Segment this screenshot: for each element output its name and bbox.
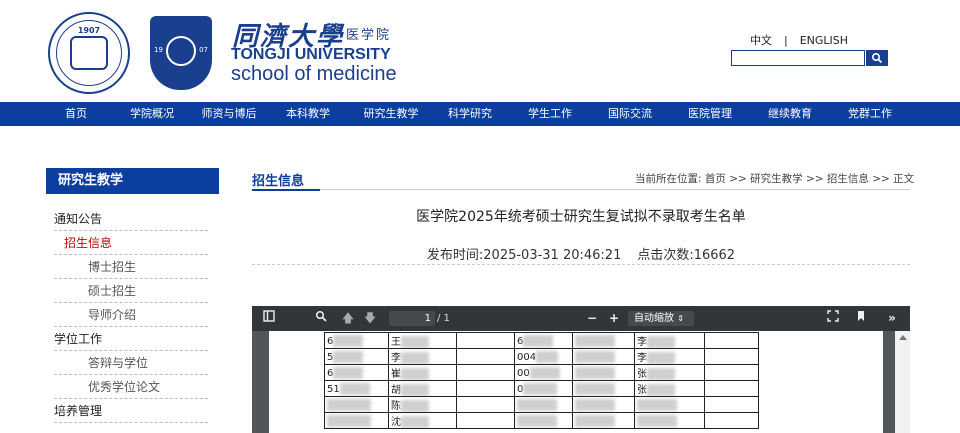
sidebar-toggle-icon[interactable] [260, 310, 278, 327]
search-input[interactable] [731, 50, 865, 66]
medicine-shield-logo[interactable]: 19 07 [150, 16, 212, 90]
nav-graduate[interactable]: 研究生教学 [356, 102, 426, 126]
zoom-in-icon[interactable]: + [606, 310, 622, 327]
sidebar-item-defense[interactable]: 答辩与学位 [54, 352, 208, 375]
nav-undergrad[interactable]: 本科教学 [276, 102, 340, 126]
presentation-mode-icon[interactable] [824, 310, 842, 327]
seal-core [70, 36, 108, 70]
nav-international[interactable]: 国际交流 [598, 102, 662, 126]
next-page-icon[interactable]: 🡇 [362, 310, 378, 327]
publish-time: 发布时间:2025-03-31 20:46:21 [426, 248, 622, 263]
sidebar-item-theses[interactable]: 优秀学位论文 [54, 376, 208, 399]
section-underline [320, 189, 910, 190]
nav-continuing[interactable]: 继续教育 [758, 102, 822, 126]
page-number-input[interactable]: 1 [389, 311, 435, 326]
pdf-toolbar: 🡅 🡇 1 / 1 − + 自动缩放 ⇕ » [252, 306, 910, 331]
site-header: 1907 19 07 同濟大學 医学院 TONGJI UNIVERSITY sc… [0, 0, 960, 102]
nav-research[interactable]: 科学研究 [438, 102, 502, 126]
main-nav: 首页 学院概况 师资与博后 本科教学 研究生教学 科学研究 学生工作 国际交流 … [0, 102, 960, 126]
section-title: 招生信息 [252, 174, 305, 189]
pdf-viewer: 🡅 🡇 1 / 1 − + 自动缩放 ⇕ » 6 王 6 李 5 李 004 李… [252, 306, 910, 433]
candidate-table: 6 王 6 李 5 李 004 李 6 崔 00 张 51 胡 0 张 陈 沈 [324, 332, 759, 429]
meta-divider [252, 264, 910, 265]
zoom-value: 自动缩放 [634, 313, 674, 324]
nav-hospital[interactable]: 医院管理 [678, 102, 742, 126]
bookmark-icon[interactable] [852, 310, 870, 327]
table-row: 沈 [324, 412, 759, 429]
nav-about[interactable]: 学院概况 [120, 102, 184, 126]
zoom-select[interactable]: 自动缩放 ⇕ [628, 311, 694, 326]
sidebar-item-notices[interactable]: 通知公告 [54, 208, 208, 231]
table-row: 5 李 004 李 [324, 348, 759, 365]
more-tools-icon[interactable]: » [882, 310, 902, 327]
language-switcher: 中文 | ENGLISH [750, 32, 848, 48]
search-button[interactable] [866, 50, 888, 66]
sidebar-title: 研究生教学 [46, 168, 219, 194]
shield-emblem [166, 36, 196, 66]
table-row: 51 胡 0 张 [324, 380, 759, 397]
breadcrumb: 当前所在位置: 首页 >> 研究生教学 >> 招生信息 >> 正文 [635, 173, 915, 185]
find-icon[interactable] [312, 310, 330, 327]
table-row: 6 崔 00 张 [324, 364, 759, 381]
article-meta: 发布时间:2025-03-31 20:46:21 点击次数:16662 [252, 244, 910, 263]
seal-year: 1907 [77, 26, 101, 35]
section-underline-accent [252, 189, 320, 191]
sidebar-item-advisors[interactable]: 导师介绍 [54, 304, 208, 327]
university-seal-logo[interactable]: 1907 [48, 12, 130, 94]
page: 1907 19 07 同濟大學 医学院 TONGJI UNIVERSITY sc… [0, 0, 960, 433]
pdf-scrollbar[interactable] [895, 331, 910, 433]
sidebar-item-phd[interactable]: 博士招生 [54, 256, 208, 279]
sidebar-item-admissions[interactable]: 招生信息 [54, 232, 208, 255]
shield-year-left: 19 [154, 46, 163, 54]
nav-party[interactable]: 党群工作 [838, 102, 902, 126]
scroll-up-icon[interactable] [899, 335, 907, 340]
table-row: 陈 [324, 396, 759, 413]
nav-faculty[interactable]: 师资与博后 [195, 102, 263, 126]
article-title: 医学院2025年统考硕士研究生复试拟不录取考生名单 [416, 209, 746, 225]
nav-home[interactable]: 首页 [48, 102, 104, 126]
lang-chinese-link[interactable]: 中文 [750, 34, 772, 47]
school-name-en: TONGJI UNIVERSITY [231, 46, 391, 63]
shield-year-right: 07 [199, 46, 208, 54]
view-count: 点击次数:16662 [637, 248, 736, 263]
pdf-page: 6 王 6 李 5 李 004 李 6 崔 00 张 51 胡 0 张 陈 沈 [269, 331, 883, 433]
school-sub-cn: 医学院 [346, 28, 392, 43]
zoom-arrow-icon: ⇕ [677, 314, 684, 323]
search-icon [871, 52, 883, 64]
sidebar-item-training[interactable]: 培养管理 [54, 400, 208, 423]
previous-page-icon[interactable]: 🡅 [340, 310, 356, 327]
zoom-out-icon[interactable]: − [584, 310, 600, 327]
sidebar-item-degree[interactable]: 学位工作 [54, 328, 208, 351]
lang-separator: | [784, 34, 788, 47]
page-total: / 1 [437, 313, 450, 324]
table-row: 6 王 6 李 [324, 332, 759, 349]
nav-student[interactable]: 学生工作 [518, 102, 582, 126]
school-of-medicine: school of medicine [231, 63, 397, 85]
lang-english-link[interactable]: ENGLISH [800, 34, 848, 47]
sidebar-item-master[interactable]: 硕士招生 [54, 280, 208, 303]
